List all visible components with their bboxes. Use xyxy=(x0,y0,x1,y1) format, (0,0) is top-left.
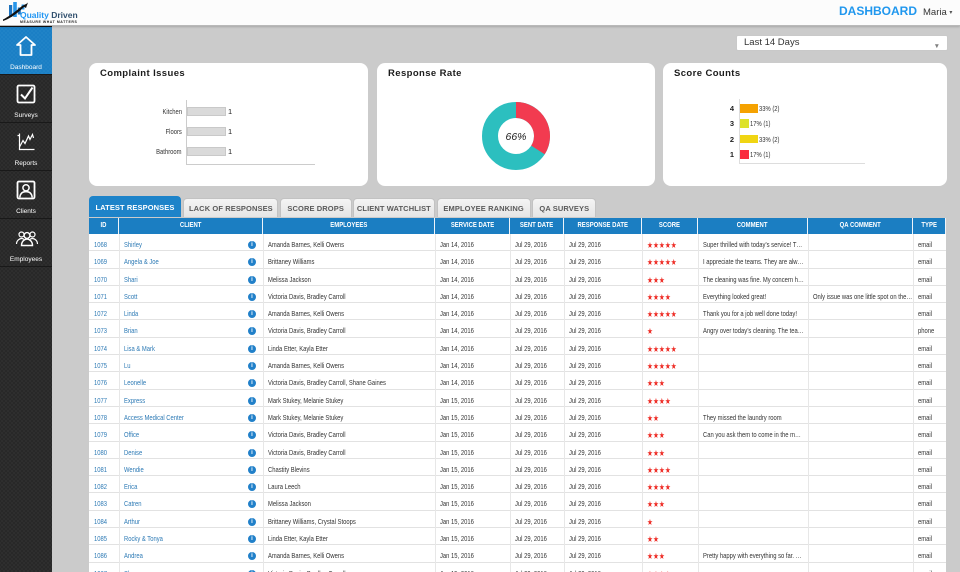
svg-text:66%: 66% xyxy=(505,131,526,143)
